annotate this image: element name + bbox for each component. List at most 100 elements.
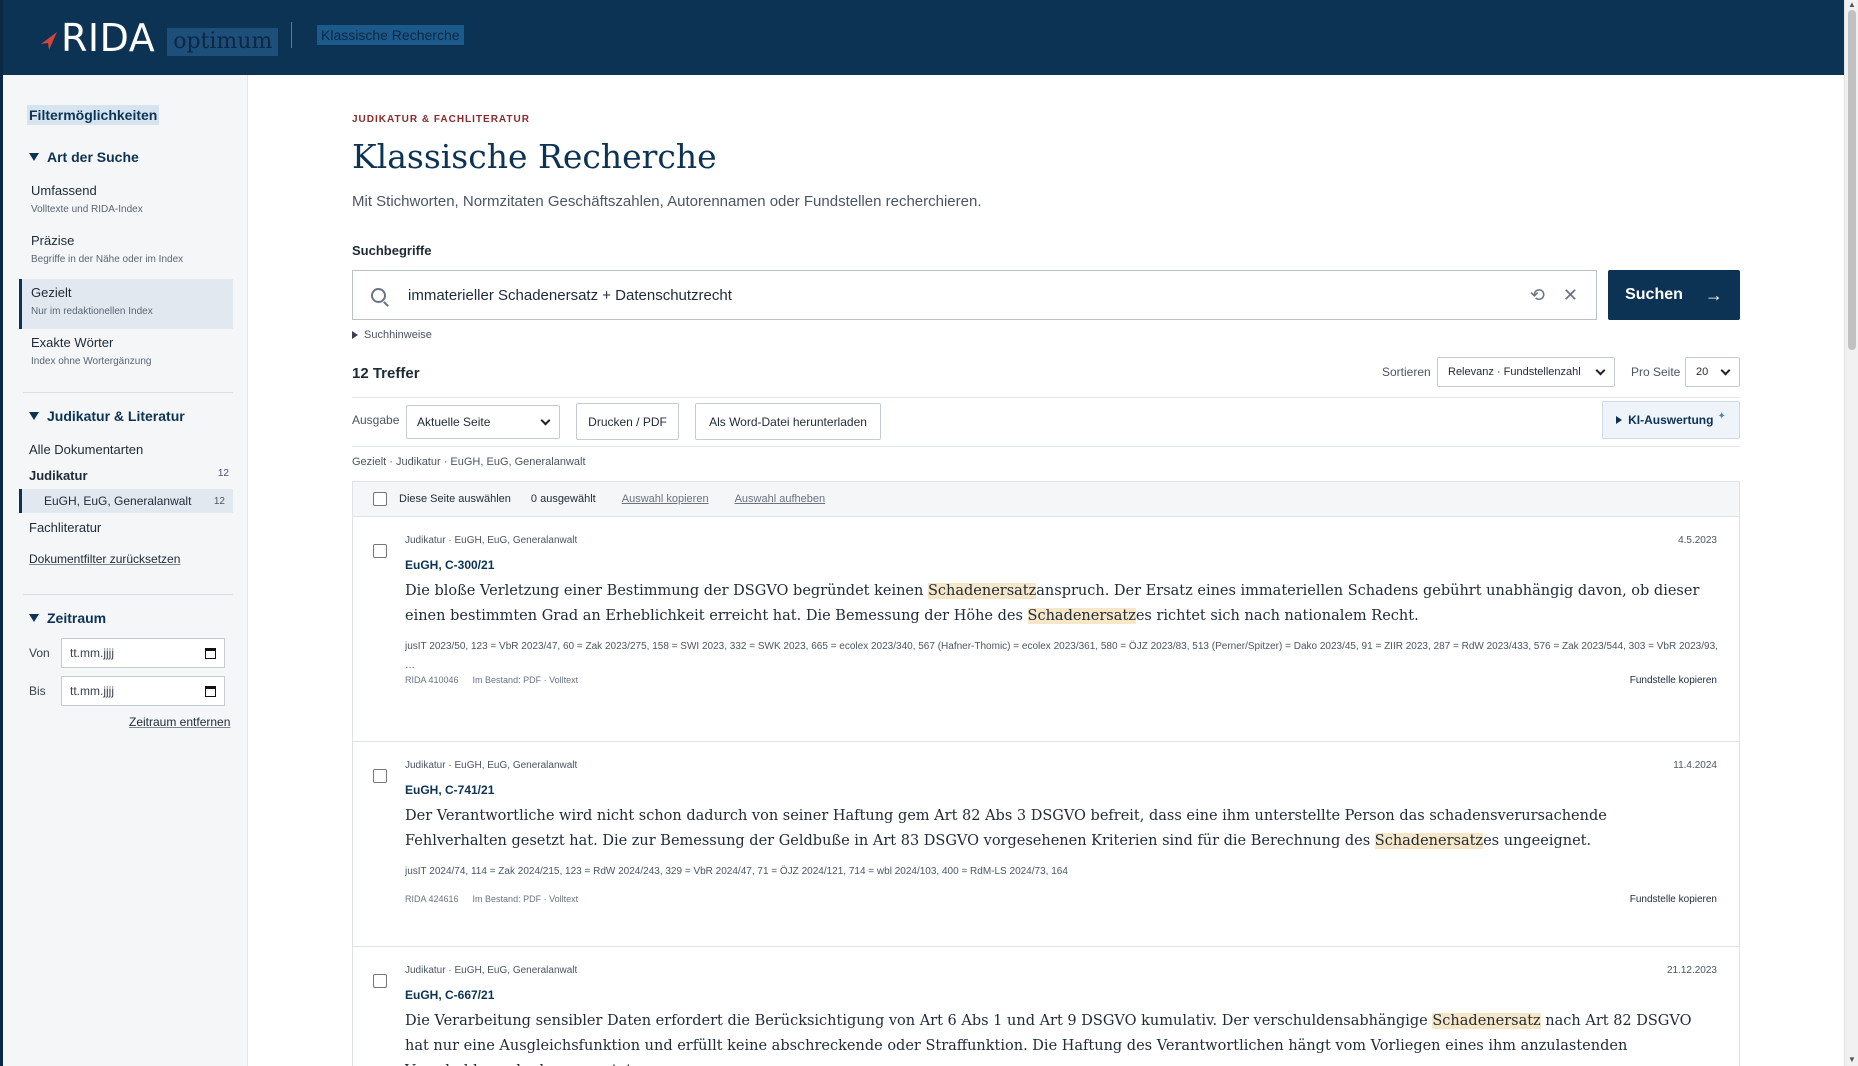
search-button-label: Suchen xyxy=(1625,286,1683,303)
search-hints-label: Suchhinweise xyxy=(364,329,432,341)
result-meta: Judikatur · EuGH, EuG, Generalanwalt xyxy=(405,760,578,771)
top-bar: RIDA optimum Klassische Recherche xyxy=(0,0,1844,75)
option-description: Index ohne Wortergänzung xyxy=(31,356,152,367)
doc-types-toggle[interactable]: Judikatur & Literatur xyxy=(29,408,185,424)
ki-analysis-button[interactable]: KI-Auswertung ✦ xyxy=(1602,401,1740,439)
remove-period-link[interactable]: Zeitraum entfernen xyxy=(129,715,230,729)
chevron-down-icon xyxy=(1720,365,1731,375)
copy-selection-link[interactable]: Auswahl kopieren xyxy=(622,493,709,505)
print-pdf-button[interactable]: Drucken / PDF xyxy=(576,403,679,440)
date-from-row: Von tt.mm.jjjj xyxy=(29,638,225,668)
doc-type-eugh[interactable]: EuGH, EuG, Generalanwalt 12 xyxy=(19,489,233,513)
select-page-checkbox[interactable] xyxy=(373,492,387,506)
result-checkbox[interactable] xyxy=(373,544,387,558)
date-placeholder: tt.mm.jjjj xyxy=(70,684,114,698)
header-breadcrumb[interactable]: Klassische Recherche xyxy=(317,25,464,45)
search-type-toggle[interactable]: Art der Suche xyxy=(29,149,139,165)
summary-text: Die bloße Verletzung einer Bestimmung de… xyxy=(405,583,928,599)
search-option-exakte-woerter[interactable]: Exakte Wörter Index ohne Wortergänzung xyxy=(19,329,233,373)
history-icon[interactable]: ⟲ xyxy=(1530,285,1545,306)
copy-reference-link[interactable]: Fundstelle kopieren xyxy=(1630,675,1717,686)
triangle-down-icon xyxy=(29,614,39,622)
hit-count: 12 Treffer xyxy=(352,365,420,382)
result-summary: Die Verarbeitung sensibler Daten erforde… xyxy=(405,1009,1705,1066)
result-case-number[interactable]: EuGH, C-667/21 xyxy=(405,988,494,1002)
copy-reference-link[interactable]: Fundstelle kopieren xyxy=(1630,894,1717,905)
result-checkbox[interactable] xyxy=(373,769,387,783)
result-summary: Die bloße Verletzung einer Bestimmung de… xyxy=(405,579,1705,629)
result-checkbox[interactable] xyxy=(373,974,387,988)
page-scrollbar[interactable]: ▲ ▼ xyxy=(1844,0,1858,1066)
reset-doc-filter-link[interactable]: Dokumentfilter zurücksetzen xyxy=(29,552,180,566)
search-highlight: Schadenersatz xyxy=(1374,833,1484,849)
ki-analysis-label: KI-Auswertung xyxy=(1628,413,1714,427)
result-references: jusIT 2024/74, 114 = Zak 2024/215, 123 =… xyxy=(405,866,1068,877)
scroll-down-icon[interactable]: ▼ xyxy=(1848,1055,1856,1064)
date-to-input[interactable]: tt.mm.jjjj xyxy=(61,676,225,706)
date-placeholder: tt.mm.jjjj xyxy=(70,646,114,660)
date-to-label: Bis xyxy=(29,684,46,698)
search-highlight: Schadenersatz xyxy=(1027,608,1136,624)
result-meta: Judikatur · EuGH, EuG, Generalanwalt xyxy=(405,965,578,976)
clear-selection-link[interactable]: Auswahl aufheben xyxy=(735,493,826,505)
search-option-praezise[interactable]: Präzise Begriffe in der Nähe oder im Ind… xyxy=(19,227,233,271)
search-hints-toggle[interactable]: Suchhinweise xyxy=(352,329,432,341)
output-label: Ausgabe xyxy=(352,413,400,427)
doc-type-label: EuGH, EuG, Generalanwalt xyxy=(44,494,192,508)
per-page-select[interactable]: 20 xyxy=(1685,357,1740,387)
date-from-input[interactable]: tt.mm.jjjj xyxy=(61,638,225,668)
search-highlight: Schadenersatz xyxy=(927,583,1037,599)
result-date: 11.4.2024 xyxy=(1673,760,1717,771)
triangle-right-icon xyxy=(1616,416,1623,424)
search-highlight: Schadenersatz xyxy=(1432,1013,1541,1029)
sidebar-divider xyxy=(23,594,233,595)
result-date: 21.12.2023 xyxy=(1666,965,1717,976)
page-eyebrow: JUDIKATUR & FACHLITERATUR xyxy=(352,114,530,125)
triangle-down-icon xyxy=(29,412,39,420)
date-from-label: Von xyxy=(29,646,50,660)
close-icon[interactable]: ✕ xyxy=(1563,285,1578,306)
option-label: Exakte Wörter xyxy=(31,335,114,350)
option-label: Gezielt xyxy=(31,285,72,300)
doc-type-fachliteratur[interactable]: Fachliteratur xyxy=(29,520,229,535)
search-option-umfassend[interactable]: Umfassend Volltexte und RIDA-Index xyxy=(19,177,233,221)
output-select[interactable]: Aktuelle Seite xyxy=(406,405,560,439)
period-toggle[interactable]: Zeitraum xyxy=(29,610,106,626)
result-footer: RIDA 424616 Im Bestand: PDF · Volltext xyxy=(405,894,578,904)
rida-logo[interactable]: RIDA optimum xyxy=(39,16,279,60)
sidebar-title: Filtermöglichkeiten xyxy=(27,105,160,125)
period-heading: Zeitraum xyxy=(47,610,107,626)
doc-types-heading: Judikatur & Literatur xyxy=(47,408,185,424)
word-download-label: Als Word-Datei herunterladen xyxy=(709,414,867,429)
option-description: Volltexte und RIDA-Index xyxy=(31,204,143,215)
search-value[interactable]: immaterieller Schadenersatz + Datenschut… xyxy=(408,287,1530,304)
rida-id: RIDA 424616 xyxy=(405,894,459,904)
word-download-button[interactable]: Als Word-Datei herunterladen xyxy=(695,403,881,440)
logo-arrow-icon xyxy=(41,32,57,50)
search-input[interactable]: immaterieller Schadenersatz + Datenschut… xyxy=(352,270,1597,320)
option-label: Präzise xyxy=(31,233,75,248)
result-item: Judikatur · EuGH, EuG, Generalanwalt 11.… xyxy=(353,742,1739,947)
sparkle-icon: ✦ xyxy=(1717,410,1726,422)
header-separator xyxy=(291,22,292,48)
logo-text: RIDA xyxy=(61,16,156,60)
doc-type-all[interactable]: Alle Dokumentarten xyxy=(29,442,229,457)
arrow-right-icon: → xyxy=(1704,284,1723,305)
calendar-icon[interactable] xyxy=(205,647,216,659)
result-item: Judikatur · EuGH, EuG, Generalanwalt 4.5… xyxy=(353,517,1739,742)
stock-info: Im Bestand: PDF · Volltext xyxy=(472,675,579,685)
scrollbar-thumb[interactable] xyxy=(1848,10,1856,350)
scroll-up-icon[interactable]: ▲ xyxy=(1848,0,1856,9)
result-case-number[interactable]: EuGH, C-300/21 xyxy=(405,558,494,572)
search-button[interactable]: Suchen → xyxy=(1608,270,1740,320)
result-case-number[interactable]: EuGH, C-741/21 xyxy=(405,783,494,797)
calendar-icon[interactable] xyxy=(205,685,216,697)
sort-select[interactable]: Relevanz · Fundstellenzahl xyxy=(1437,357,1615,387)
search-option-gezielt[interactable]: Gezielt Nur im redaktionellen Index xyxy=(19,279,233,329)
doc-type-count: 12 xyxy=(217,468,229,479)
doc-type-judikatur[interactable]: Judikatur 12 xyxy=(29,468,229,483)
summary-text: es richtet sich nach nationalem Recht. xyxy=(1135,608,1419,624)
doc-type-label: Judikatur xyxy=(29,468,88,483)
option-description: Begriffe in der Nähe oder im Index xyxy=(31,254,184,265)
doc-type-label: Fachliteratur xyxy=(29,520,102,535)
